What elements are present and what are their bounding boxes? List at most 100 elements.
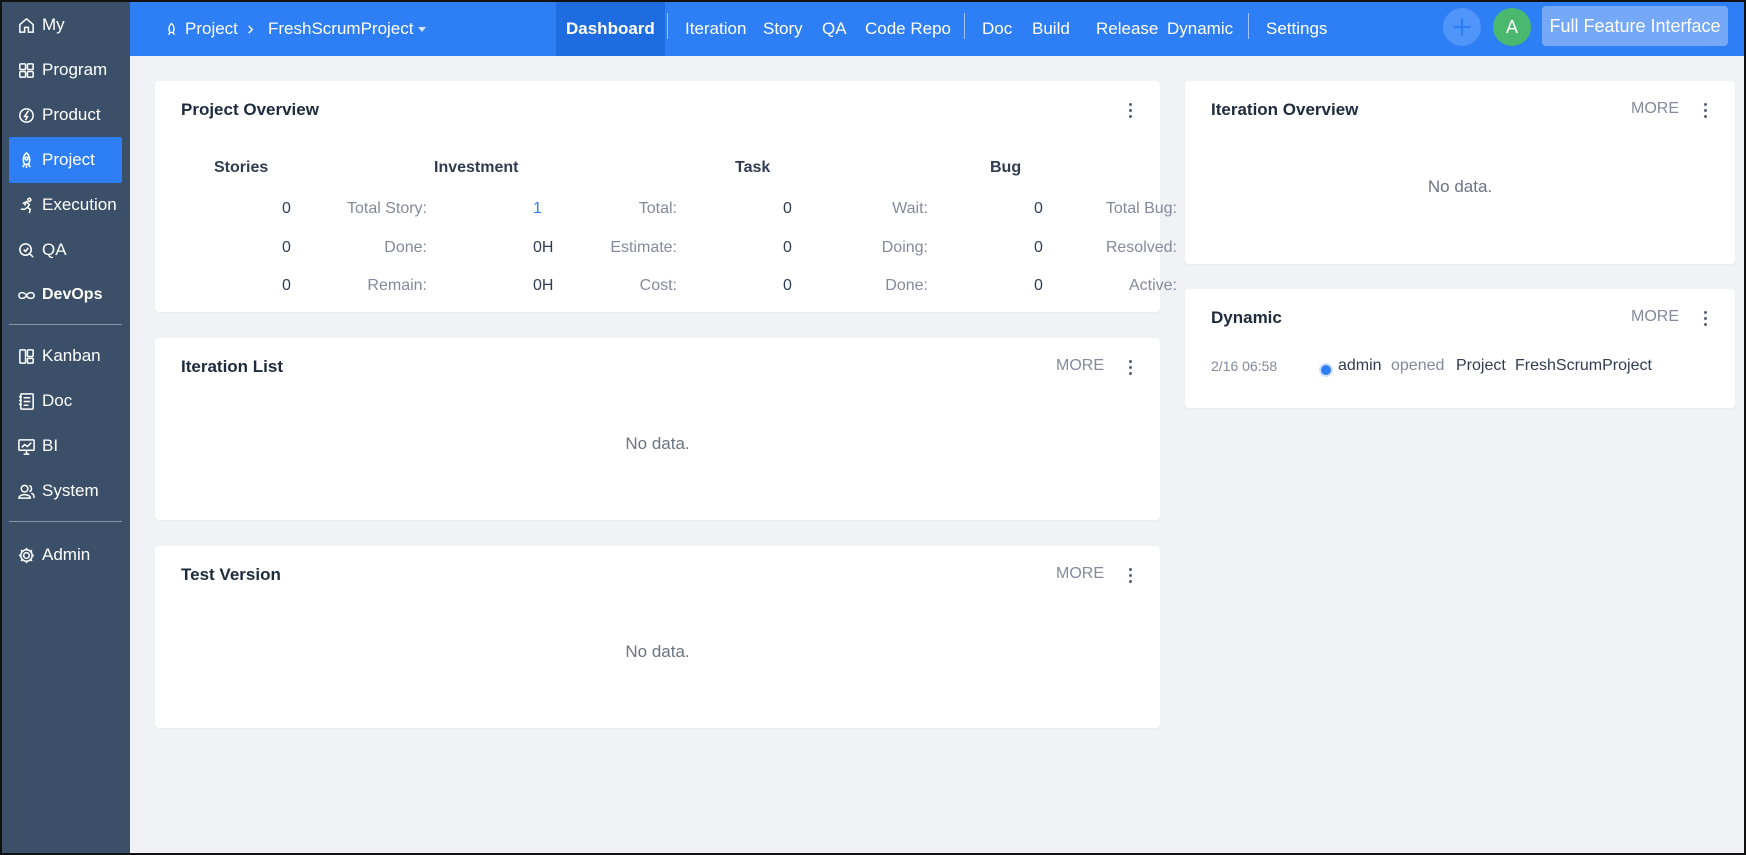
tab-iteration[interactable]: Iteration [685, 2, 746, 56]
dynamic-object-link[interactable]: FreshScrumProject [1515, 357, 1652, 375]
product-icon [19, 107, 34, 123]
sidebar-item-program[interactable]: Program [9, 47, 122, 93]
breadcrumb-project[interactable]: Project [164, 2, 238, 56]
sidebar-item-kanban[interactable]: Kanban [9, 333, 122, 379]
stat-label: Cost: [639, 277, 677, 294]
nav-separator [1248, 13, 1249, 39]
tab-label: QA [822, 19, 847, 38]
gear-icon [18, 547, 35, 563]
stat-label: Resolved: [1105, 239, 1177, 256]
tab-label: Story [763, 19, 803, 38]
create-button[interactable] [1443, 8, 1481, 46]
more-link[interactable]: MORE [1056, 357, 1104, 375]
sidebar-item-execution[interactable]: Execution [9, 182, 122, 228]
stat-label: Done: [384, 239, 427, 256]
home-icon [19, 17, 34, 33]
iteration-list-panel: Iteration List MORE No data. [155, 338, 1160, 520]
stat-label: Remain: [367, 277, 427, 294]
kebab-menu-icon[interactable] [1124, 356, 1136, 378]
tab-label: Code Repo [865, 19, 952, 38]
stat-label: Total Bug: [1105, 200, 1177, 217]
sidebar-divider [9, 521, 122, 522]
avatar[interactable]: A [1493, 8, 1531, 46]
sidebar-item-doc[interactable]: Doc [9, 378, 122, 424]
more-link[interactable]: MORE [1631, 308, 1679, 326]
investment-heading: Investment [434, 159, 519, 176]
kebab-menu-icon[interactable] [1699, 307, 1711, 329]
sidebar-item-label: System [42, 481, 99, 500]
project-overview-panel: Project Overview Stories Total Story: 0 … [155, 81, 1177, 312]
panel-title: Test Version [181, 565, 281, 584]
sidebar-item-my[interactable]: My [9, 2, 122, 48]
stat-value: 0H [533, 277, 554, 294]
tab-release[interactable]: Release [1096, 2, 1158, 56]
tab-code-repo[interactable]: Code Repo [865, 2, 951, 56]
sidebar: My Program Product Project Execution QA … [0, 0, 130, 855]
panel-title: Dynamic [1211, 308, 1282, 327]
tab-label: Release [1096, 19, 1159, 38]
kebab-menu-icon[interactable] [1124, 564, 1136, 586]
sidebar-item-project[interactable]: Project [9, 137, 122, 183]
tab-build[interactable]: Build [1032, 2, 1070, 56]
sidebar-item-label: Program [42, 60, 108, 79]
sidebar-divider [9, 324, 122, 325]
stat-value: 0 [783, 200, 792, 217]
chevron-right-icon [246, 2, 255, 56]
panel-title: Project Overview [181, 100, 319, 119]
stat-label: Total Story: [346, 200, 427, 217]
breadcrumb-project-label: FreshScrumProject [268, 19, 414, 38]
empty-state: No data. [1427, 177, 1493, 196]
sidebar-item-devops[interactable]: DevOps [9, 272, 122, 318]
rocket-icon [22, 151, 31, 168]
tab-settings[interactable]: Settings [1266, 2, 1327, 56]
tab-label: Iteration [685, 19, 747, 38]
tab-dynamic[interactable]: Dynamic [1167, 2, 1233, 56]
project-switcher[interactable]: FreshScrumProject [268, 2, 427, 56]
nav-separator [964, 13, 965, 39]
tab-label: Doc [982, 19, 1013, 38]
stories-heading: Stories [214, 159, 269, 176]
more-link[interactable]: MORE [1631, 100, 1679, 118]
tab-doc[interactable]: Doc [982, 2, 1012, 56]
kebab-menu-icon[interactable] [1699, 99, 1711, 121]
nav-separator [667, 13, 668, 39]
empty-state: No data. [625, 434, 690, 453]
test-version-panel: Test Version MORE No data. [155, 546, 1160, 728]
tab-label: Dashboard [566, 19, 655, 38]
sidebar-item-system[interactable]: System [9, 468, 122, 514]
stat-label: Wait: [892, 200, 928, 217]
sidebar-item-product[interactable]: Product [9, 92, 122, 138]
tab-qa[interactable]: QA [822, 2, 847, 56]
sidebar-item-label: BI [42, 436, 59, 455]
iteration-overview-panel: Iteration Overview MORE No data. [1185, 81, 1735, 264]
sidebar-item-label: Doc [42, 391, 73, 410]
infinity-icon [18, 291, 35, 299]
dynamic-object-type: Project [1456, 357, 1506, 374]
run-icon [20, 197, 32, 213]
stat-value: 0 [783, 277, 792, 294]
dynamic-action: opened [1391, 357, 1445, 374]
sidebar-item-label: Kanban [42, 346, 101, 365]
full-feature-interface-button[interactable]: Full Feature Interface [1542, 6, 1728, 46]
grid-icon [19, 62, 34, 78]
sidebar-item-label: DevOps [42, 286, 103, 303]
top-header: Project FreshScrumProject Dashboard Iter… [130, 0, 1746, 56]
tab-label: Dynamic [1167, 19, 1234, 38]
more-link[interactable]: MORE [1056, 565, 1104, 583]
kebab-menu-icon[interactable] [1124, 99, 1136, 121]
breadcrumb-root-label: Project [185, 19, 238, 38]
timeline-dot-icon [1319, 363, 1333, 377]
rocket-icon [167, 22, 176, 35]
stat-label: Total: [638, 200, 677, 217]
investment-total-link[interactable]: 1 [533, 200, 542, 218]
tab-dashboard[interactable]: Dashboard [556, 2, 665, 56]
dynamic-panel: Dynamic MORE 2/16 06:58 admin opened Pro… [1185, 289, 1735, 408]
sidebar-item-label: Execution [42, 195, 117, 214]
sidebar-item-bi[interactable]: BI [9, 423, 122, 469]
tab-story[interactable]: Story [763, 2, 803, 56]
stat-value: 0H [533, 239, 554, 256]
sidebar-item-qa[interactable]: QA [9, 227, 122, 273]
stat-value: 0 [1034, 200, 1043, 217]
sidebar-item-admin[interactable]: Admin [9, 532, 122, 578]
task-heading: Task [735, 159, 771, 176]
